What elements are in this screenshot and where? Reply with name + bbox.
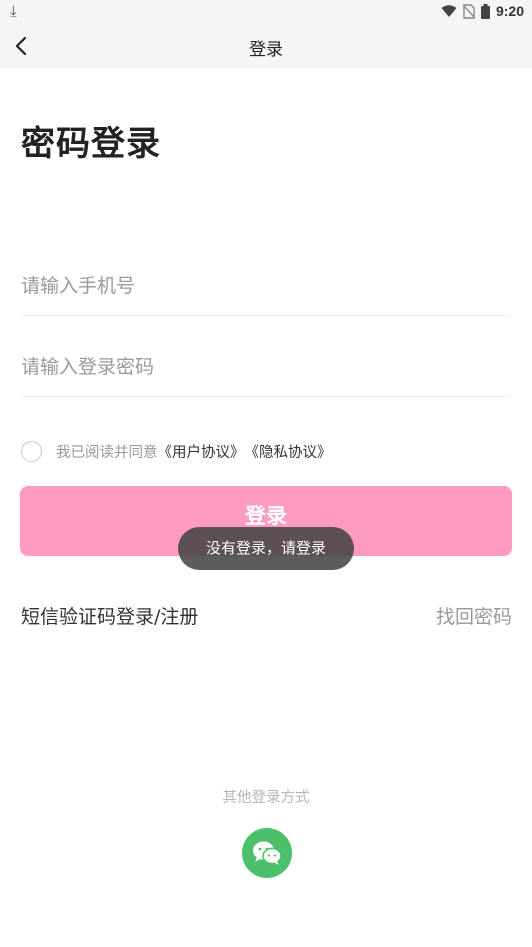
status-icons: 9:20 (441, 3, 524, 19)
agreement-prefix: 我已阅读并同意 (56, 445, 158, 461)
wechat-icon (253, 841, 282, 865)
password-input[interactable] (21, 337, 510, 396)
nav-title: 登录 (249, 40, 283, 60)
sms-login-link[interactable]: 短信验证码登录/注册 (21, 602, 198, 629)
nav-bar: 登录 (0, 24, 532, 68)
battery-icon (480, 3, 490, 19)
agreement-row: 我已阅读并同意 《用户协议》 《隐私协议》 (21, 441, 332, 462)
forgot-password-link[interactable]: 找回密码 (436, 602, 512, 629)
agreement-checkbox[interactable] (21, 441, 42, 462)
page-title: 密码登录 (21, 124, 161, 164)
status-time: 9:20 (495, 3, 524, 19)
download-icon: ⤓ (10, 2, 17, 20)
status-bar: ⤓ 9:20 (0, 0, 532, 24)
user-agreement-link[interactable]: 《用户协议》 (158, 441, 245, 462)
phone-input[interactable] (21, 256, 510, 315)
no-sim-icon (462, 3, 475, 19)
toast-message: 没有登录，请登录 (178, 527, 354, 570)
phone-field (21, 256, 510, 316)
privacy-agreement-link[interactable]: 《隐私协议》 (245, 441, 332, 462)
wifi-icon (441, 4, 457, 17)
password-field (21, 337, 510, 397)
wechat-login-button[interactable] (242, 828, 292, 878)
other-login-label: 其他登录方式 (222, 790, 310, 806)
